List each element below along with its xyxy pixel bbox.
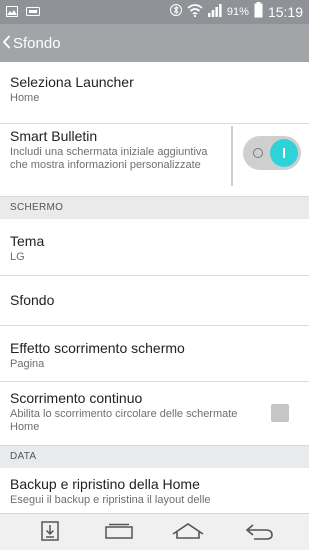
row-title: Smart Bulletin (10, 128, 98, 144)
settings-list[interactable]: Seleziona Launcher Home Smart Bulletin I… (0, 62, 309, 513)
action-bar: Sfondo (0, 24, 309, 62)
row-effetto-scorrimento[interactable]: Effetto scorrimento schermo Pagina (0, 326, 309, 382)
row-title: Tema (10, 233, 45, 249)
nav-back-button[interactable] (243, 522, 275, 544)
recents-button[interactable] (103, 522, 135, 544)
page-title: Sfondo (13, 34, 61, 52)
row-title: Backup e ripristino della Home (10, 476, 200, 492)
row-backup-ripristino[interactable]: Backup e ripristino della Home Esegui il… (0, 468, 309, 513)
row-seleziona-launcher[interactable]: Seleziona Launcher Home (0, 62, 309, 124)
back-button[interactable]: Sfondo (0, 24, 69, 62)
status-bar: 91% 15:19 (0, 0, 309, 24)
bluetooth-icon (169, 3, 182, 20)
battery-icon (254, 2, 263, 21)
download-button[interactable] (34, 520, 66, 546)
row-subtitle: Pagina (10, 358, 45, 370)
recents-icon (104, 523, 134, 544)
row-title: Scorrimento continuo (10, 390, 143, 406)
navigation-bar (0, 513, 309, 550)
row-title: Seleziona Launcher (10, 74, 134, 90)
battery-percent: 91% (226, 5, 249, 18)
row-sfondo[interactable]: Sfondo (0, 276, 309, 326)
download-icon (41, 520, 59, 546)
row-subtitle: Esegui il backup e ripristina il layout … (10, 494, 211, 506)
wifi-icon (187, 3, 203, 20)
toggle-off-indicator (253, 148, 263, 158)
row-tema[interactable]: Tema LG (0, 219, 309, 276)
section-header-data: DATA (0, 446, 309, 468)
image-icon (6, 4, 18, 22)
signal-icon (207, 3, 222, 20)
smart-bulletin-toggle[interactable] (243, 136, 301, 170)
row-subtitle: LG (10, 251, 25, 263)
toggle-divider (231, 126, 233, 186)
scorrimento-continuo-checkbox[interactable] (271, 404, 289, 422)
chevron-left-icon (2, 33, 11, 54)
home-icon (172, 522, 204, 545)
row-title: Sfondo (10, 292, 55, 308)
toggle-knob (270, 139, 298, 167)
row-subtitle: Includi una schermata iniziale aggiuntiv… (10, 146, 208, 171)
row-subtitle: Abilita lo scorrimento circolare delle s… (10, 408, 238, 433)
clock: 15:19 (267, 3, 303, 20)
sd-icon (26, 4, 40, 22)
row-title: Effetto scorrimento schermo (10, 340, 185, 356)
home-button[interactable] (172, 522, 204, 544)
back-icon (244, 522, 274, 545)
row-subtitle: Home (10, 92, 40, 104)
section-header-schermo: SCHERMO (0, 197, 309, 219)
row-scorrimento-continuo[interactable]: Scorrimento continuo Abilita lo scorrime… (0, 382, 309, 446)
